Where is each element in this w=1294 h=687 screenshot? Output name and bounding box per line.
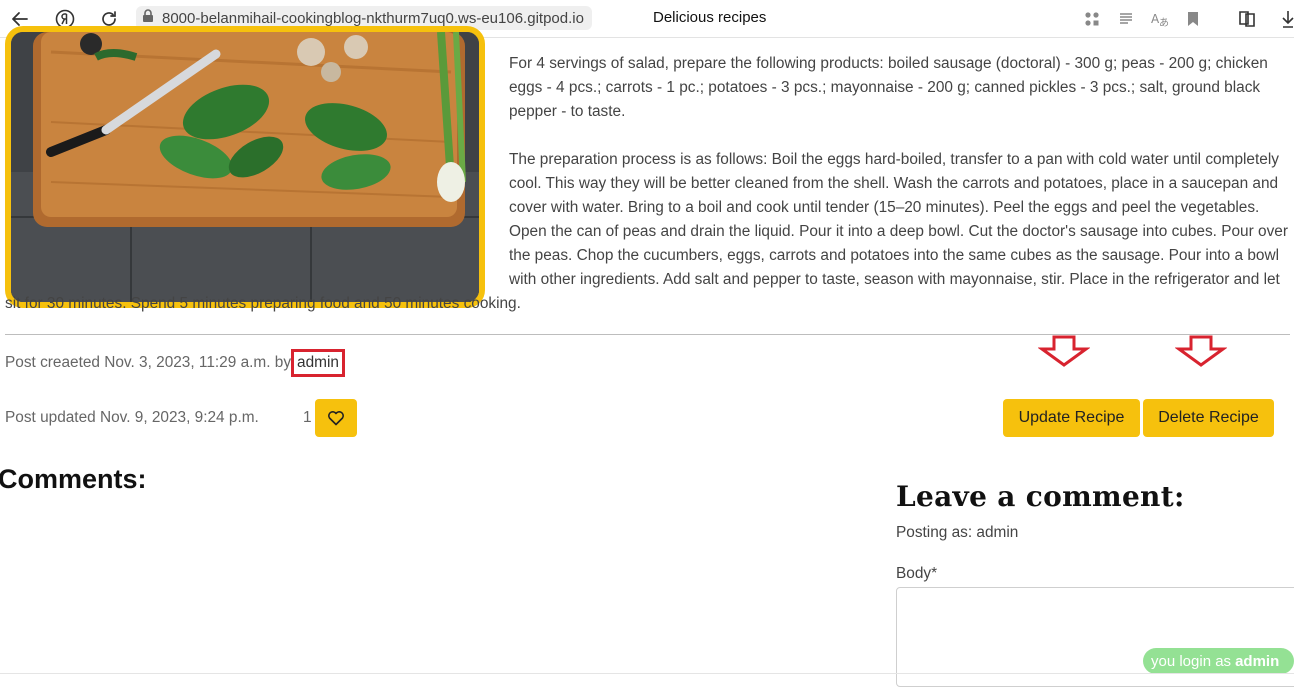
divider: [5, 334, 1290, 335]
bookmark-icon[interactable]: [1187, 8, 1199, 30]
delete-recipe-button[interactable]: Delete Recipe: [1143, 399, 1274, 437]
extensions-icon[interactable]: [1084, 8, 1100, 30]
page-content: For 4 servings of salad, prepare the fol…: [0, 26, 1294, 687]
lock-icon: [142, 9, 154, 27]
post-created-line: Post creaeted Nov. 3, 2023, 11:29 a.m. b…: [5, 349, 345, 377]
like-button[interactable]: [315, 399, 357, 437]
collections-icon[interactable]: [1237, 8, 1257, 30]
update-recipe-button[interactable]: Update Recipe: [1003, 399, 1140, 437]
url-text: 8000-belanmihail-cookingblog-nkthurm7uq0…: [162, 9, 584, 27]
recipe-description: For 4 servings of salad, prepare the fol…: [5, 52, 1288, 340]
login-status-user: admin: [1235, 652, 1280, 670]
post-author: admin: [291, 349, 345, 377]
svg-text:あ: あ: [1159, 17, 1169, 27]
post-created-text: Post creaeted Nov. 3, 2023, 11:29 a.m. b…: [5, 354, 292, 371]
translate-icon[interactable]: Aあ: [1151, 8, 1169, 30]
posting-as-text: Posting as: admin: [896, 524, 1019, 541]
comments-heading: Comments:: [0, 464, 147, 494]
body-field-label: Body*: [896, 565, 938, 582]
annotation-arrow-down-icon: [1174, 335, 1228, 372]
leave-comment-heading: Leave a comment:: [896, 480, 1185, 513]
heart-icon: [328, 411, 344, 426]
reader-mode-icon[interactable]: [1118, 8, 1134, 30]
post-updated-text: Post updated Nov. 9, 2023, 9:24 p.m.: [5, 409, 259, 426]
like-count: 1: [303, 409, 312, 426]
page-title: Delicious recipes: [653, 9, 767, 26]
login-status-prefix: you login as: [1151, 652, 1232, 670]
download-icon[interactable]: [1282, 8, 1294, 30]
login-status-badge: you login as admin: [1143, 648, 1294, 674]
annotation-arrow-down-icon: [1037, 335, 1091, 372]
